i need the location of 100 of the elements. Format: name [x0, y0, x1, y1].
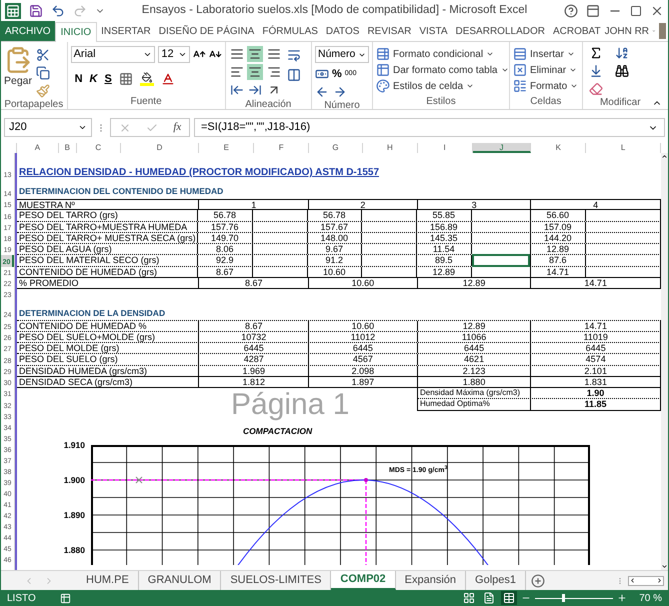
table-cell: 11012 — [309, 332, 418, 342]
find-icon[interactable] — [614, 64, 629, 78]
column-header[interactable]: B — [58, 143, 77, 153]
row-label: PESO DEL SUELO+MOLDE (grs) — [17, 332, 200, 342]
font-color-icon[interactable] — [160, 72, 175, 86]
ribbon-tab[interactable]: DATOS — [322, 21, 364, 41]
view-icon[interactable] — [501, 591, 518, 605]
column-header[interactable]: E — [199, 143, 254, 153]
save-icon[interactable] — [29, 4, 43, 18]
alignment-icon[interactable] — [247, 46, 264, 62]
group-label: Número — [323, 98, 361, 112]
name-box[interactable]: J20 — [4, 118, 92, 137]
alignment-icon[interactable] — [247, 64, 264, 80]
column-header[interactable]: F — [254, 143, 310, 153]
ribbon-button[interactable]: Formato — [513, 78, 578, 94]
zoom-in-icon[interactable] — [617, 593, 628, 603]
ribbon-button[interactable]: Eliminar — [513, 62, 578, 78]
scroll-up-icon[interactable] — [661, 153, 668, 160]
formula-field[interactable]: =SI(J18="","",J18-J16) — [194, 118, 665, 137]
row-label: DENSIDAD SECA (grs/cm3) — [17, 376, 200, 388]
column-header[interactable]: G — [309, 143, 363, 153]
wrap-text-icon[interactable] — [286, 48, 301, 62]
column-header[interactable]: K — [531, 143, 586, 153]
bold-button[interactable]: N — [74, 71, 83, 88]
ribbon-tab[interactable]: INSERTAR — [97, 21, 155, 41]
ribbon-tab[interactable]: ACROBAT — [548, 21, 605, 41]
ribbon-tab[interactable]: FÓRMULAS — [258, 21, 322, 41]
table-cell: 89.5 — [417, 255, 472, 266]
copy-icon[interactable] — [36, 66, 50, 80]
delete-icon — [513, 63, 527, 77]
insert-function-button[interactable]: fx — [173, 119, 182, 136]
font-name-field[interactable]: Arial — [70, 46, 156, 63]
underline-button[interactable]: S — [104, 71, 112, 88]
merge-icon[interactable] — [286, 68, 301, 82]
ribbon-tab[interactable]: DESARROLLADOR — [452, 21, 549, 41]
table-cell: 4567 — [309, 354, 418, 365]
ribbon-tab[interactable]: INICIO — [54, 22, 98, 42]
scroll-down-icon[interactable] — [661, 563, 668, 570]
new-sheet-icon[interactable] — [531, 574, 546, 588]
user-menu[interactable]: JOHN RR — [604, 21, 650, 41]
ribbon-display-icon[interactable] — [586, 4, 600, 18]
page-label: Página 1 — [231, 388, 350, 422]
decrease-decimal-icon[interactable] — [333, 84, 347, 98]
table-cell: 56.78 — [198, 210, 252, 221]
table-cell: 2.098 — [309, 366, 418, 376]
table-cell: 9.67 — [308, 244, 362, 254]
help-icon[interactable] — [564, 4, 578, 18]
scroll-left-icon[interactable] — [629, 577, 636, 584]
ribbon-tab[interactable]: REVISAR — [363, 21, 416, 41]
column-header[interactable]: A — [16, 143, 59, 153]
cut-icon[interactable] — [36, 48, 50, 62]
font-size-field[interactable]: 12 — [158, 46, 190, 63]
italic-button[interactable]: K — [90, 71, 98, 88]
close-icon[interactable] — [650, 4, 664, 18]
column-header[interactable]: H — [362, 143, 418, 153]
table-cell: 56.60 — [531, 210, 586, 221]
ribbon-button[interactable]: Insertar — [513, 46, 575, 62]
sort-icon[interactable] — [614, 46, 629, 60]
slider-thumb[interactable] — [562, 594, 564, 602]
paste-button[interactable]: Pegar — [4, 46, 32, 98]
column-header[interactable]: D — [120, 143, 200, 153]
axis-tick-label: 1.880 — [62, 545, 85, 556]
sheet-tab[interactable]: COMP02 — [331, 571, 396, 590]
selected-cell[interactable] — [472, 254, 530, 267]
zoom-slider[interactable] — [535, 594, 614, 602]
table-cell: 87.6 — [531, 255, 586, 266]
group-label: Fuente — [130, 95, 163, 109]
cross-marker — [136, 476, 142, 484]
column-header[interactable]: J — [472, 143, 532, 153]
ribbon-tab[interactable]: DISEÑO DE PÁGINA — [154, 21, 258, 41]
axis-tick-label: 1.890 — [62, 510, 85, 520]
macro-record-icon[interactable] — [60, 592, 71, 604]
percent-button[interactable]: % — [332, 66, 342, 82]
table-cell: 6445 — [199, 342, 310, 354]
maximize-icon[interactable] — [630, 5, 642, 17]
ribbon-button[interactable]: Estilos de celda — [376, 78, 474, 94]
fill-color-icon[interactable] — [140, 72, 154, 86]
chart-title: COMPACTACION — [243, 425, 312, 438]
borders-icon[interactable] — [118, 72, 133, 86]
table-cell: 8.67 — [199, 321, 310, 331]
horizontal-scrollbar[interactable] — [628, 576, 664, 586]
table-cell: 144.20 — [531, 232, 586, 244]
ribbon-tab[interactable]: ARCHIVO — [1, 21, 55, 41]
fill-icon[interactable] — [588, 64, 603, 78]
row-label: CONTENIDO DE HUMEDAD % — [17, 321, 200, 331]
table-cell: 12.89 — [417, 266, 472, 278]
scroll-right-icon[interactable] — [656, 577, 663, 584]
ribbon-button[interactable]: Formato condicional — [376, 46, 494, 62]
number-format-field[interactable]: Número — [315, 46, 369, 63]
row-label: PESO DEL TARRO (grs) — [17, 210, 198, 221]
row-label: PESO DEL TARRO+ MUESTRA SECA (grs) — [17, 232, 198, 244]
ribbon-button[interactable]: Dar formato como tabla — [376, 62, 508, 78]
undo-icon[interactable] — [51, 4, 65, 18]
eraser-icon[interactable] — [588, 82, 603, 96]
column-header[interactable]: C — [76, 143, 121, 153]
column-header[interactable]: L — [586, 143, 662, 153]
increase-decimal-icon[interactable] — [315, 84, 329, 98]
ribbon-tab[interactable]: VISTA — [415, 21, 452, 41]
caret-icon — [78, 123, 87, 132]
table-cell: 157.09 — [531, 222, 586, 232]
